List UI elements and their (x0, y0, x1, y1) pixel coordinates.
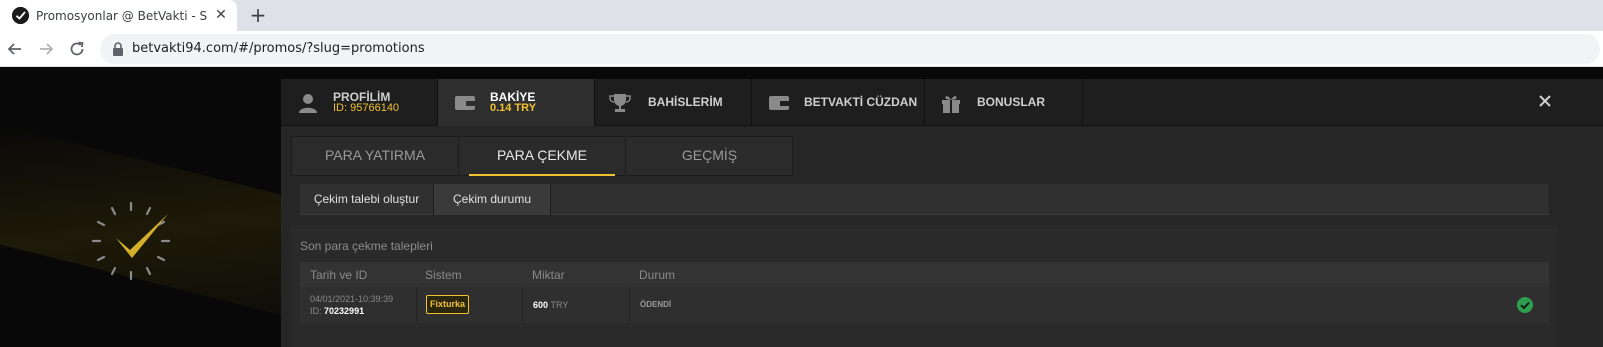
betvakti-clock-logo-icon (90, 200, 172, 282)
table-row[interactable]: 04/01/2021-10:39:39 ID: 70232991 Fixturk… (300, 287, 1549, 323)
account-panel: PROFİLİM ID: 95766140 BAKİYE 0.14 TRY BA… (281, 79, 1603, 347)
nav-item-label: BETVAKTİ CÜZDAN (804, 95, 918, 109)
nav-item-label: BONUSLAR (977, 95, 1045, 109)
transaction-tabs: PARA YATIRMA PARA ÇEKME GEÇMİŞ (291, 136, 793, 176)
date-id-cell: 04/01/2021-10:39:39 ID: 70232991 (300, 287, 417, 323)
active-tab-underline (469, 174, 615, 176)
balance-amount: 0.14 TRY (490, 102, 537, 114)
amount-currency: TRY (550, 300, 569, 310)
nav-item-balance[interactable]: BAKİYE 0.14 TRY (438, 79, 595, 126)
url-text[interactable]: betvakti94.com/#/promos/?slug=promotions (132, 41, 425, 57)
browser-tabstrip: Promosyonlar @ BetVakti - Spor ✕ + (0, 0, 1603, 31)
withdraw-history: Son para çekme talepleri Tarih ve ID Sis… (291, 225, 1557, 347)
wallet-icon (454, 92, 476, 114)
status-cell: ÖDENDİ (630, 287, 1549, 323)
new-tab-button[interactable]: + (248, 5, 268, 25)
create-withdraw-request-button[interactable]: Çekim talebi oluştur (300, 184, 434, 215)
tab-close-icon[interactable]: ✕ (213, 7, 229, 23)
request-id: 70232991 (324, 306, 365, 316)
address-bar[interactable]: betvakti94.com/#/promos/?slug=promotions (100, 34, 1600, 64)
tab-title: Promosyonlar @ BetVakti - Spor (36, 9, 208, 23)
nav-item-wallet[interactable]: BETVAKTİ CÜZDAN (752, 79, 925, 126)
nav-item-bonuses[interactable]: BONUSLAR (925, 79, 1083, 126)
system-cell: Fixturka (417, 287, 523, 323)
system-badge: Fixturka (426, 295, 470, 314)
amount-number: 600 (533, 300, 549, 310)
gift-icon (940, 92, 962, 114)
wallet-icon (768, 92, 790, 114)
id-label: ID: (310, 306, 322, 316)
tab-history[interactable]: GEÇMİŞ (626, 137, 793, 176)
column-header: Miktar (532, 268, 565, 282)
back-arrow-icon[interactable] (5, 39, 25, 59)
tab-withdraw[interactable]: PARA ÇEKME (459, 137, 625, 176)
status-text: ÖDENDİ (640, 300, 672, 309)
column-header: Tarih ve ID (310, 268, 368, 282)
tab-label: PARA YATIRMA (324, 147, 426, 163)
user-icon (297, 92, 319, 114)
user-id-label: ID: 95766140 (333, 102, 400, 114)
nav-item-my-bets[interactable]: BAHİSLERİM (595, 79, 752, 126)
tab-deposit[interactable]: PARA YATIRMA (292, 137, 458, 176)
amount-value: 600 TRY (533, 300, 568, 310)
tab-label: PARA ÇEKME (497, 147, 587, 163)
check-circle-icon (1517, 297, 1533, 313)
withdraw-actions: Çekim talebi oluştur Çekim durumu (300, 184, 1549, 215)
page-background: PROFİLİM ID: 95766140 BAKİYE 0.14 TRY BA… (0, 67, 1603, 347)
tab-label: GEÇMİŞ (681, 147, 738, 163)
withdraw-status-button[interactable]: Çekim durumu (434, 184, 551, 215)
forward-arrow-icon[interactable] (36, 39, 56, 59)
account-nav: PROFİLİM ID: 95766140 BAKİYE 0.14 TRY BA… (281, 79, 1603, 126)
amount-cell: 600 TRY (523, 287, 630, 323)
browser-tab[interactable]: Promosyonlar @ BetVakti - Spor ✕ (0, 0, 237, 31)
reload-icon[interactable] (67, 39, 87, 59)
trophy-icon (609, 92, 631, 114)
request-id-line: ID: 70232991 (310, 306, 364, 316)
column-header: Durum (639, 268, 676, 282)
column-header: Sistem (425, 268, 462, 282)
betvakti-favicon-icon (12, 7, 29, 24)
nav-item-label: BAHİSLERİM (648, 95, 723, 109)
browser-toolbar: betvakti94.com/#/promos/?slug=promotions (0, 31, 1603, 67)
lock-icon (112, 42, 124, 56)
close-icon[interactable] (1535, 91, 1555, 111)
table-header: Tarih ve ID Sistem Miktar Durum (300, 262, 1549, 287)
history-title: Son para çekme talepleri (300, 239, 433, 253)
request-date: 04/01/2021-10:39:39 (310, 294, 394, 304)
nav-item-profile[interactable]: PROFİLİM ID: 95766140 (281, 79, 438, 126)
